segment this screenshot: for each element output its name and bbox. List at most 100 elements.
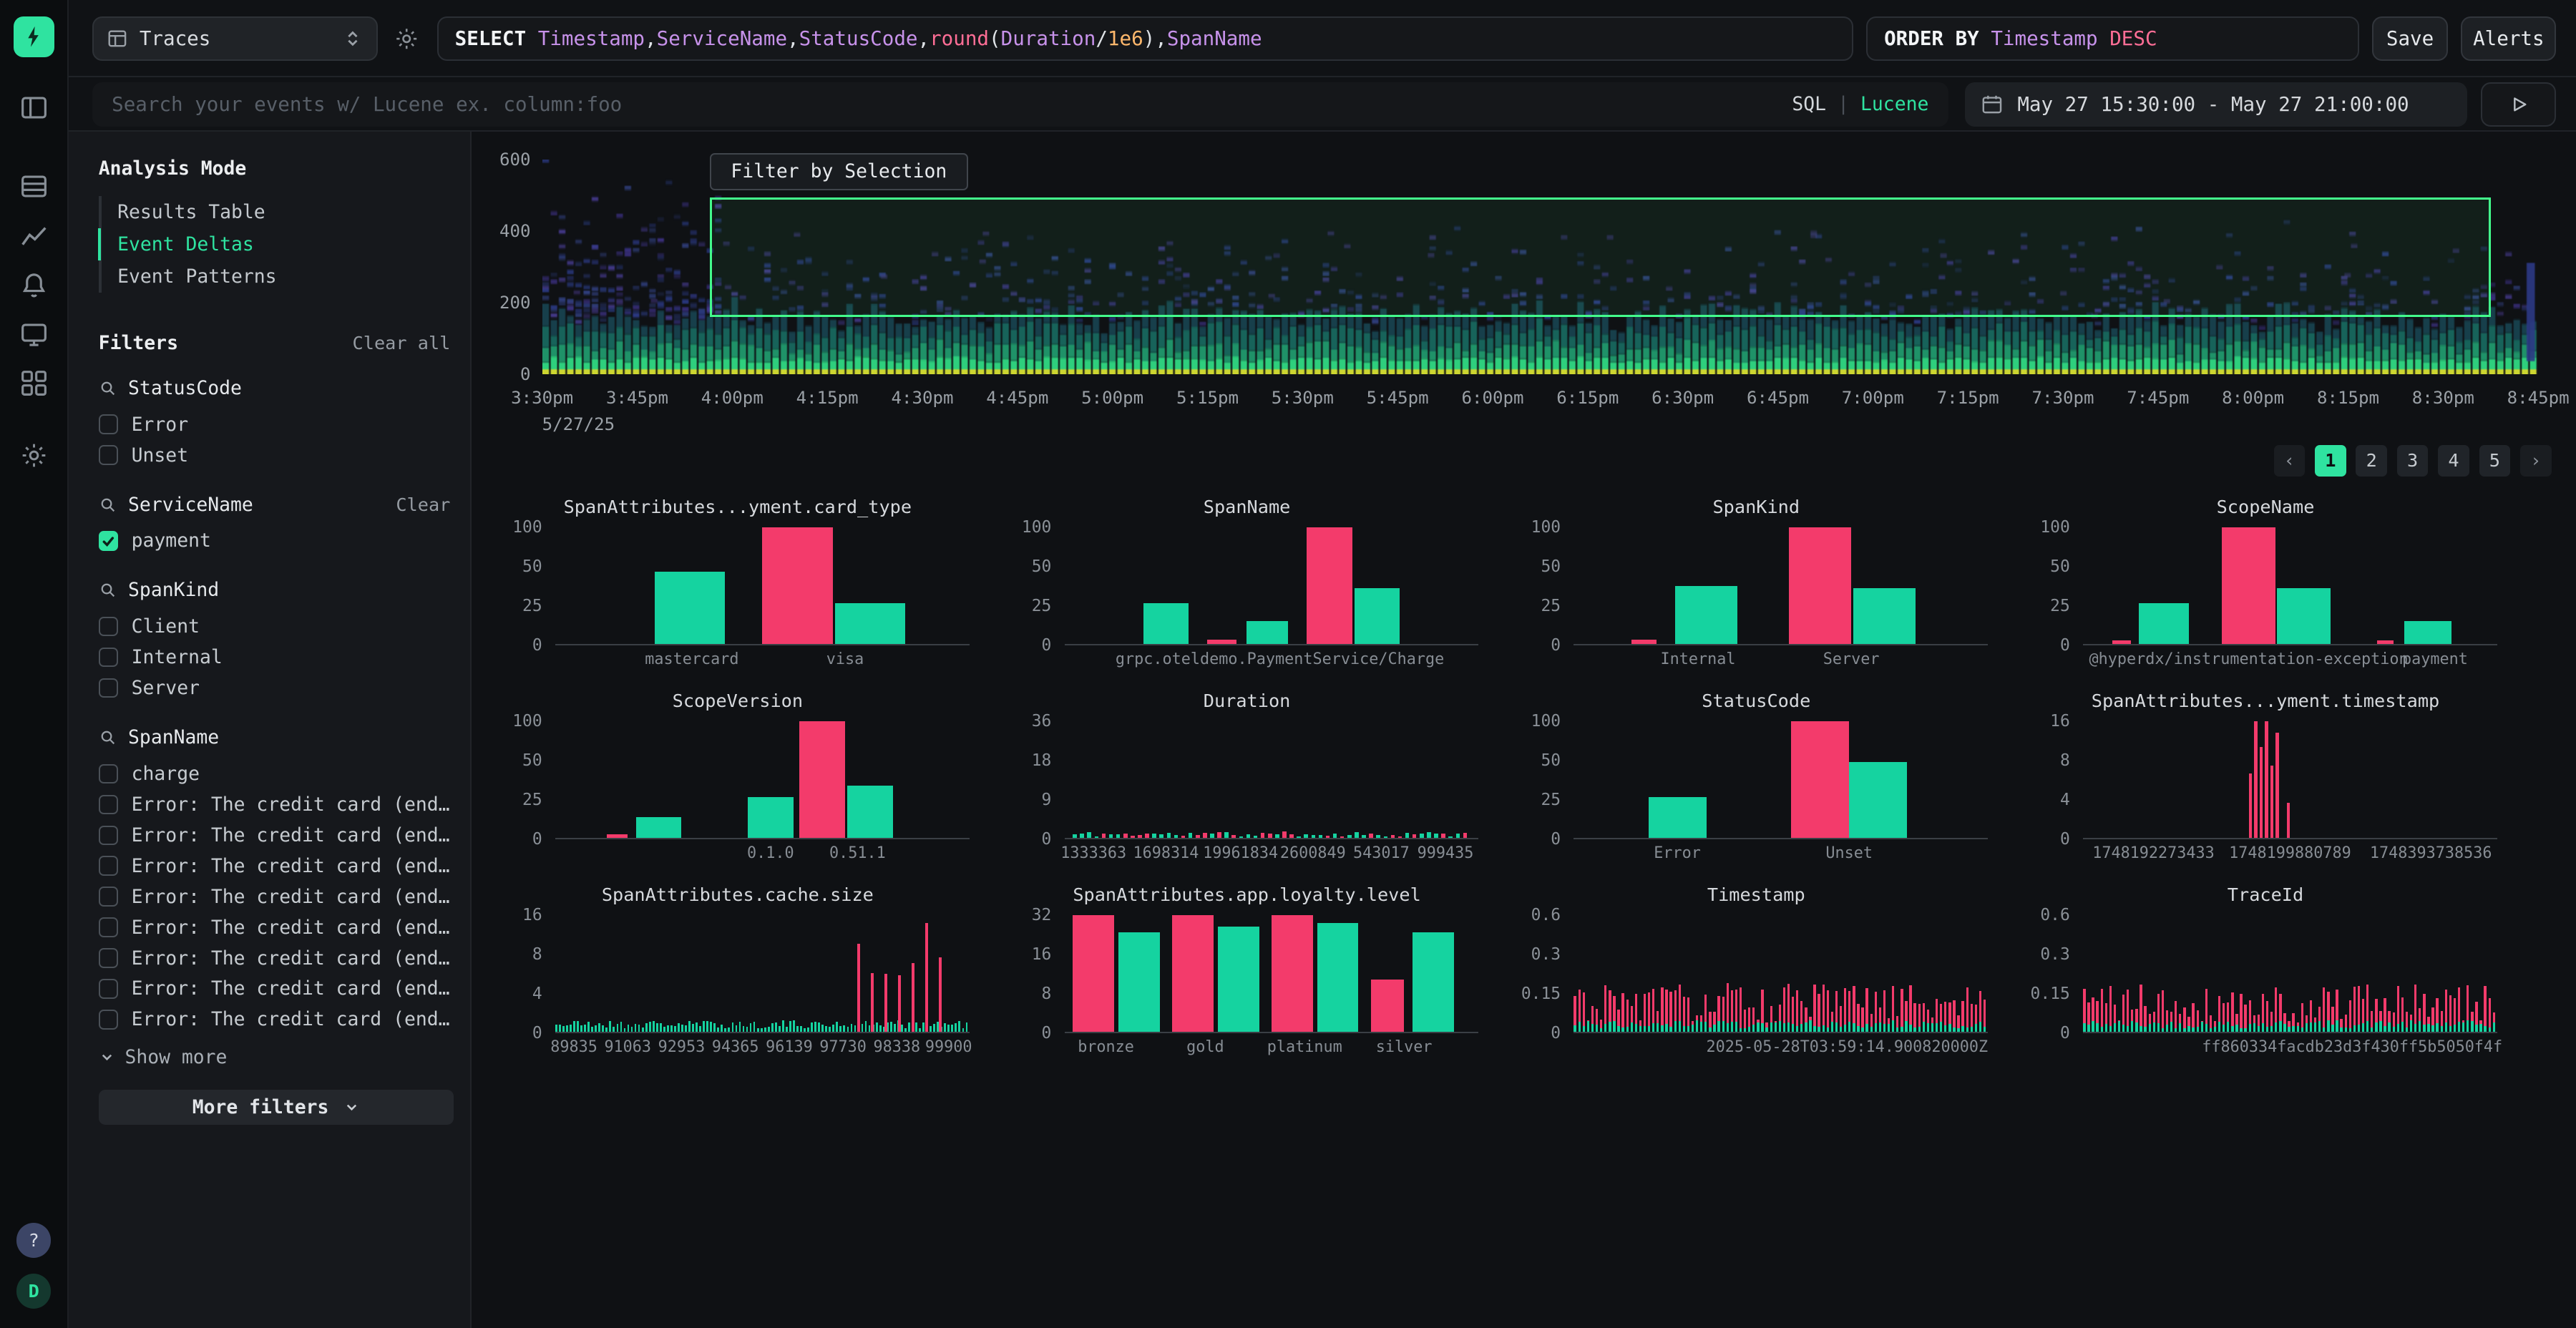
bar	[1727, 1023, 1729, 1032]
bar	[1312, 835, 1316, 838]
analysis-mode-event-deltas[interactable]: Event Deltas	[98, 228, 454, 260]
bar	[1679, 1021, 1681, 1032]
filter-option-error-the-credit-card-end[interactable]: Error: The credit card (end…	[99, 974, 454, 1005]
collapse-panel-icon[interactable]	[20, 94, 48, 122]
bar	[1143, 603, 1189, 644]
bar	[2345, 1027, 2347, 1032]
order-by-input[interactable]: ORDER BY Timestamp DESC	[1866, 16, 2359, 61]
checkbox[interactable]	[99, 826, 119, 846]
search-logs-icon[interactable]	[20, 172, 48, 200]
filter-group-statuscode: StatusCodeErrorUnset	[99, 377, 454, 471]
bar	[757, 1028, 759, 1032]
filter-option-unset[interactable]: Unset	[99, 440, 454, 471]
page-prev-button[interactable]: ‹	[2274, 445, 2306, 477]
checkbox[interactable]	[99, 948, 119, 968]
sql-toggle[interactable]: SQL	[1792, 93, 1826, 115]
sql-token: )	[1143, 27, 1156, 50]
analysis-mode-event-patterns[interactable]: Event Patterns	[98, 260, 454, 293]
filter-option-error-the-credit-card-end[interactable]: Error: The credit card (end…	[99, 943, 454, 974]
clear-filter-link[interactable]: Clear	[396, 494, 454, 515]
checkbox[interactable]	[99, 414, 119, 434]
page-button-5[interactable]: 5	[2479, 445, 2511, 477]
checkbox[interactable]	[99, 617, 119, 637]
filter-option-error-the-credit-card-end[interactable]: Error: The credit card (end…	[99, 912, 454, 943]
page-button-2[interactable]: 2	[2356, 445, 2387, 477]
help-button[interactable]: ?	[16, 1223, 51, 1257]
bar	[1791, 721, 1849, 838]
filter-option-error-the-credit-card-end[interactable]: Error: The credit card (end…	[99, 851, 454, 882]
services-grid-icon[interactable]	[20, 369, 48, 397]
filter-option-client[interactable]: Client	[99, 611, 454, 642]
user-avatar[interactable]: D	[16, 1274, 51, 1308]
filter-option-error-the-credit-card-end[interactable]: Error: The credit card (end…	[99, 820, 454, 851]
filter-by-selection-button[interactable]: Filter by Selection	[710, 153, 968, 191]
analysis-mode-results-table[interactable]: Results Table	[98, 196, 454, 228]
search-input[interactable]: Search your events w/ Lucene ex. column:…	[92, 82, 1948, 127]
x-tick-label: 98338	[874, 1038, 921, 1056]
checkbox[interactable]	[99, 445, 119, 465]
more-filters-button[interactable]: More filters	[99, 1090, 454, 1124]
filter-option-error-the-credit-card-end[interactable]: Error: The credit card (end…	[99, 1004, 454, 1035]
show-more-link[interactable]: Show more	[99, 1046, 454, 1068]
bar	[1441, 834, 1445, 838]
filter-option-error-the-credit-card-end[interactable]: Error: The credit card (end…	[99, 789, 454, 820]
page-button-3[interactable]: 3	[2397, 445, 2429, 477]
filter-option-error-the-credit-card-end[interactable]: Error: The credit card (end…	[99, 882, 454, 912]
settings-gear-icon[interactable]	[20, 441, 48, 469]
heatmap-selection-rect[interactable]	[710, 197, 2491, 318]
filter-option-charge[interactable]: charge	[99, 758, 454, 789]
dashboards-icon[interactable]	[20, 321, 48, 348]
sql-token: ,	[787, 27, 799, 50]
bar	[2096, 1023, 2098, 1032]
run-query-button[interactable]	[2481, 82, 2557, 127]
checkbox[interactable]	[99, 648, 119, 668]
bar	[1940, 1022, 1942, 1032]
checkbox[interactable]	[99, 531, 119, 551]
save-button[interactable]: Save	[2372, 16, 2448, 61]
bar	[1831, 1022, 1833, 1032]
checkbox[interactable]	[99, 887, 119, 907]
y-tick-label: 36	[1032, 712, 1052, 731]
bar	[2410, 1020, 2412, 1032]
bar	[1927, 1023, 1929, 1032]
bar	[1621, 993, 1624, 1032]
bar	[2253, 1023, 2255, 1032]
checkbox[interactable]	[99, 764, 119, 784]
sql-select-input[interactable]: SELECT Timestamp,ServiceName,StatusCode,…	[437, 16, 1853, 61]
page-next-button[interactable]: ›	[2520, 445, 2552, 477]
chart-explorer-icon[interactable]	[20, 222, 48, 250]
source-selector[interactable]: Traces	[92, 16, 378, 61]
bar	[605, 1027, 608, 1032]
filter-option-error[interactable]: Error	[99, 409, 454, 440]
filter-option-payment[interactable]: payment	[99, 525, 454, 556]
bar	[1413, 932, 1454, 1032]
checkbox[interactable]	[99, 979, 119, 999]
checkbox[interactable]	[99, 795, 119, 815]
alerts-button[interactable]: Alerts	[2461, 16, 2556, 61]
filter-option-label: Unset	[132, 444, 188, 467]
page-button-1[interactable]: 1	[2315, 445, 2346, 477]
x-tick-label: 97730	[819, 1038, 867, 1056]
bar	[2475, 1025, 2477, 1032]
chart-title: SpanAttributes.app.loyalty.level	[1002, 884, 1491, 907]
filter-option-internal[interactable]: Internal	[99, 642, 454, 673]
bar	[915, 1022, 917, 1032]
chart-plot-area	[1574, 915, 1988, 1033]
bar	[1787, 1022, 1790, 1032]
bar	[2306, 1023, 2308, 1032]
app-logo[interactable]	[14, 16, 54, 57]
checkbox[interactable]	[99, 1010, 119, 1030]
source-settings-gear-icon[interactable]	[394, 26, 419, 51]
filter-option-server[interactable]: Server	[99, 673, 454, 703]
time-range-picker[interactable]: May 27 15:30:00 - May 27 21:00:00	[1965, 82, 2468, 127]
lucene-toggle[interactable]: Lucene	[1860, 93, 1928, 115]
page-button-4[interactable]: 4	[2438, 445, 2469, 477]
checkbox[interactable]	[99, 917, 119, 937]
checkbox[interactable]	[99, 856, 119, 876]
checkbox[interactable]	[99, 678, 119, 698]
alerts-bell-icon[interactable]	[20, 271, 48, 299]
bar	[2175, 1028, 2177, 1032]
bar	[2479, 1024, 2482, 1032]
bar	[814, 1022, 816, 1032]
clear-all-link[interactable]: Clear all	[353, 333, 454, 353]
